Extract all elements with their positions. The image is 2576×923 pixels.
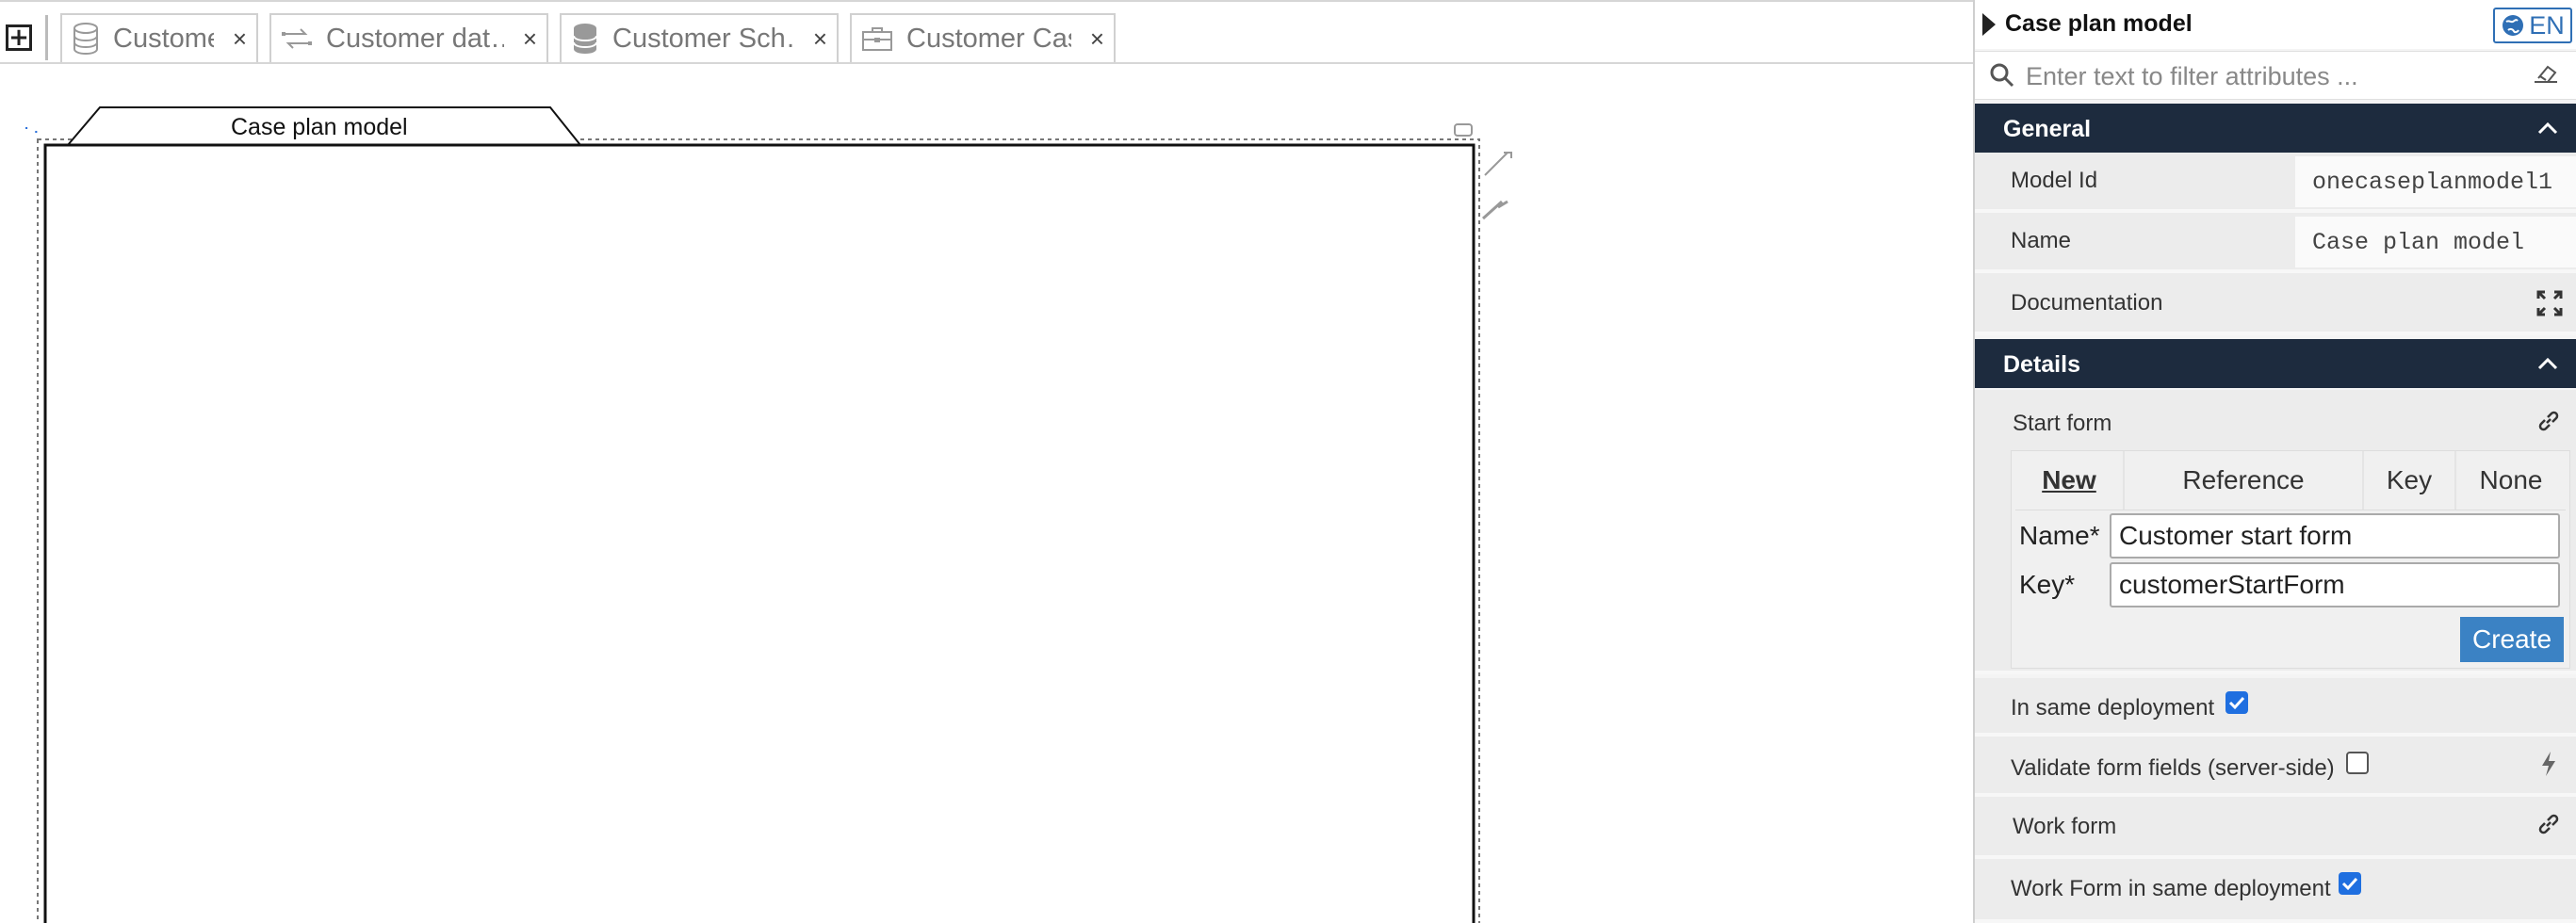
lightning-icon[interactable] <box>2536 750 2561 778</box>
property-model-id: Model Id onecaseplanmodel1 <box>1975 153 2576 213</box>
start-form-editor: New Reference Key None Name* Customer st… <box>2011 450 2570 669</box>
create-form-button[interactable]: Create <box>2460 617 2564 662</box>
panel-title: Case plan model <box>2005 10 2193 37</box>
section-details-label: Details <box>2003 351 2080 378</box>
property-validate-form-fields: Validate form fields (server-side) <box>1975 737 2576 797</box>
work-form-same-deployment-checkbox[interactable] <box>2339 872 2361 895</box>
language-label: EN <box>2529 10 2565 40</box>
name-field[interactable]: Case plan model <box>2295 217 2576 267</box>
name-label: Name <box>2011 228 2072 253</box>
model-id-field[interactable]: onecaseplanmodel1 <box>2295 156 2576 207</box>
link-icon[interactable] <box>2536 812 2561 836</box>
language-button[interactable]: EN <box>2493 8 2572 43</box>
globe-icon <box>2503 15 2524 36</box>
validate-label: Validate form fields (server-side) <box>2011 755 2335 781</box>
form-mode-none[interactable]: None <box>2454 451 2566 510</box>
chevron-up-icon <box>2537 121 2558 135</box>
connect-handle-icon[interactable]: ⠂⠄ <box>24 121 43 138</box>
property-work-form-same-deployment: Work Form in same deployment <box>1975 859 2576 923</box>
model-id-label: Model Id <box>2011 168 2098 193</box>
form-key-label: Key* <box>2019 570 2076 599</box>
properties-panel: Case plan model EN Enter text to filter … <box>1973 0 2576 923</box>
property-work-form: Work form <box>1975 797 2576 859</box>
section-general[interactable]: General <box>1975 104 2576 153</box>
work-form-label: Work form <box>2013 814 2117 839</box>
form-name-input[interactable]: Customer start form <box>2110 513 2560 559</box>
chevron-up-icon <box>2537 357 2558 370</box>
documentation-label: Documentation <box>2011 290 2163 316</box>
same-deployment-label: In same deployment <box>2011 695 2215 721</box>
section-general-label: General <box>2003 116 2092 142</box>
expand-icon[interactable] <box>2536 290 2563 316</box>
case-plan-model-label: Case plan model <box>231 114 408 140</box>
attribute-filter[interactable]: Enter text to filter attributes ... <box>1975 51 2576 100</box>
section-details[interactable]: Details <box>1975 339 2576 388</box>
start-form-label: Start form <box>2013 411 2112 436</box>
same-deployment-checkbox[interactable] <box>2225 691 2248 714</box>
form-mode-key[interactable]: Key <box>2362 451 2454 510</box>
form-name-label: Name* <box>2019 521 2100 550</box>
property-documentation: Documentation <box>1975 273 2576 335</box>
panel-header: Case plan model EN <box>1975 0 2576 49</box>
property-in-same-deployment: In same deployment <box>1975 678 2576 737</box>
link-icon[interactable] <box>2536 409 2561 433</box>
validate-checkbox[interactable] <box>2346 752 2369 774</box>
filter-placeholder: Enter text to filter attributes ... <box>2026 62 2358 90</box>
property-name: Name Case plan model <box>1975 213 2576 273</box>
checkmark-icon <box>2228 696 2245 710</box>
form-key-input[interactable]: customerStartForm <box>2110 562 2560 607</box>
work-form-same-deployment-label: Work Form in same deployment <box>2011 876 2331 901</box>
search-icon <box>1990 63 2014 88</box>
collapse-triangle-icon[interactable] <box>1982 13 1996 36</box>
checkmark-icon <box>2341 877 2358 891</box>
form-mode-new[interactable]: New <box>2015 451 2123 510</box>
form-mode-tabs: New Reference Key None <box>2015 451 2566 510</box>
form-mode-reference[interactable]: Reference <box>2123 451 2362 510</box>
eraser-icon[interactable] <box>2531 63 2561 88</box>
